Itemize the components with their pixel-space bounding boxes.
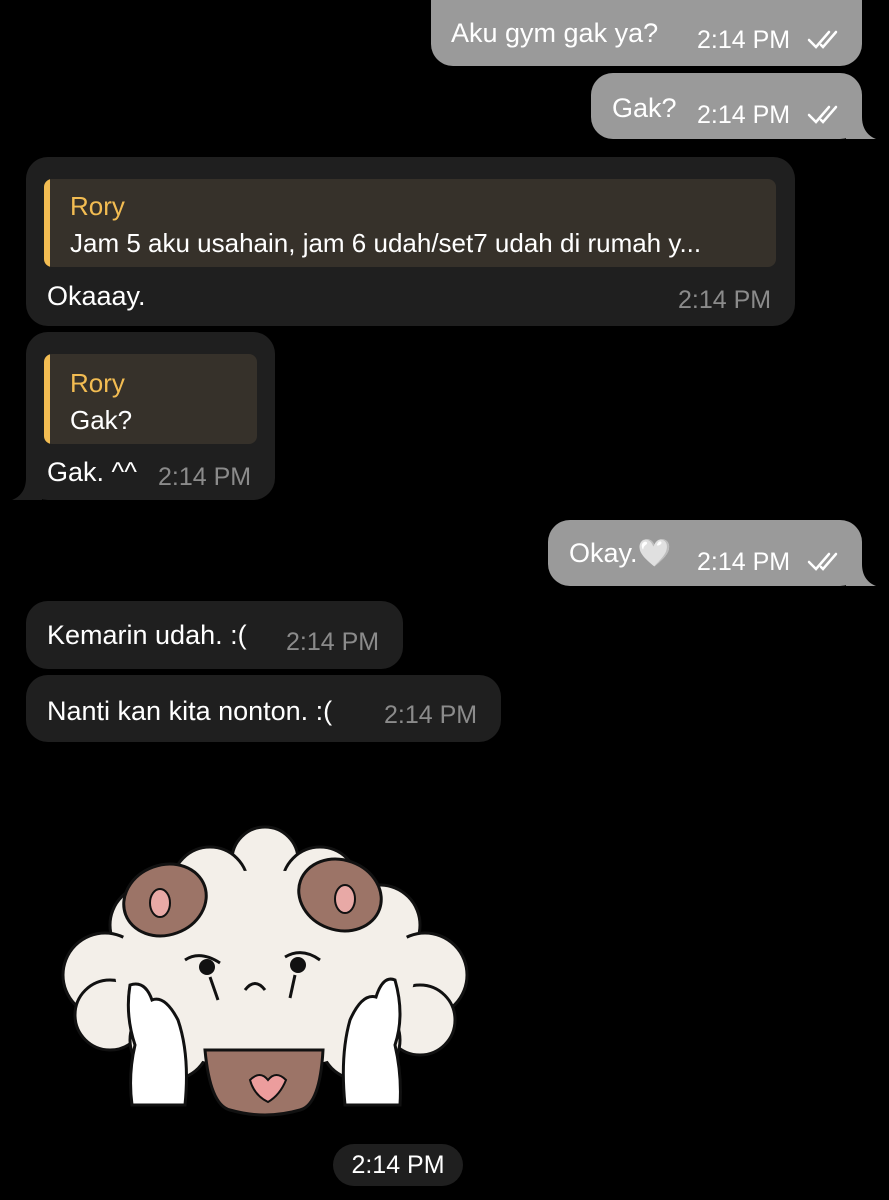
message-bubble-incoming[interactable]: Rory Gak? Gak. ^^ 2:14 PM: [12, 332, 275, 500]
message-text: Aku gym gak ya?: [451, 18, 659, 48]
double-check-icon: [807, 552, 838, 571]
sticker-time: 2:14 PM: [333, 1144, 463, 1186]
message-bubble-outgoing[interactable]: Gak? 2:14 PM: [591, 73, 876, 139]
message-time: 2:14 PM: [678, 286, 772, 314]
reply-quote[interactable]: Rory Gak?: [44, 354, 257, 444]
bubble-tail: [12, 478, 42, 500]
message-bubble-incoming[interactable]: Nanti kan kita nonton. :( 2:14 PM: [26, 675, 501, 742]
message-text: Kemarin udah. :(: [47, 620, 247, 650]
reply-sender-name: Rory: [70, 368, 125, 398]
message-text: Gak. ^^: [47, 457, 137, 487]
reply-sender-name: Rory: [70, 191, 125, 221]
message-text: Okay.🤍: [569, 538, 672, 568]
reply-quote[interactable]: Rory Jam 5 aku usahain, jam 6 udah/set7 …: [44, 179, 776, 267]
message-bubble-outgoing[interactable]: Okay.🤍 2:14 PM: [548, 520, 876, 586]
message-text: Nanti kan kita nonton. :(: [47, 696, 333, 726]
reply-accent-bar: [44, 179, 50, 267]
message-bubble-outgoing[interactable]: Aku gym gak ya? 2:14 PM: [431, 0, 862, 66]
message-time: 2:14 PM: [384, 701, 478, 729]
reply-text: Gak?: [70, 405, 133, 435]
bubble-tail: [846, 564, 876, 586]
reply-accent-bar: [44, 354, 50, 444]
reply-text: Jam 5 aku usahain, jam 6 udah/set7 udah …: [70, 228, 702, 258]
message-text: Gak?: [612, 93, 677, 123]
double-check-icon: [807, 30, 838, 49]
message-time: 2:14 PM: [697, 101, 791, 129]
message-bubble-incoming[interactable]: Rory Jam 5 aku usahain, jam 6 udah/set7 …: [26, 157, 795, 326]
message-time: 2:14 PM: [286, 628, 380, 656]
bubble-tail: [846, 117, 876, 139]
message-time: 2:14 PM: [158, 463, 252, 491]
double-check-icon: [807, 105, 838, 124]
message-time: 2:14 PM: [697, 26, 791, 54]
message-time: 2:14 PM: [697, 548, 791, 576]
message-bubble-incoming[interactable]: Kemarin udah. :( 2:14 PM: [26, 601, 403, 669]
crying-fluffy-dog-sticker[interactable]: [40, 815, 480, 1125]
message-text: Okaaay.: [47, 281, 146, 311]
